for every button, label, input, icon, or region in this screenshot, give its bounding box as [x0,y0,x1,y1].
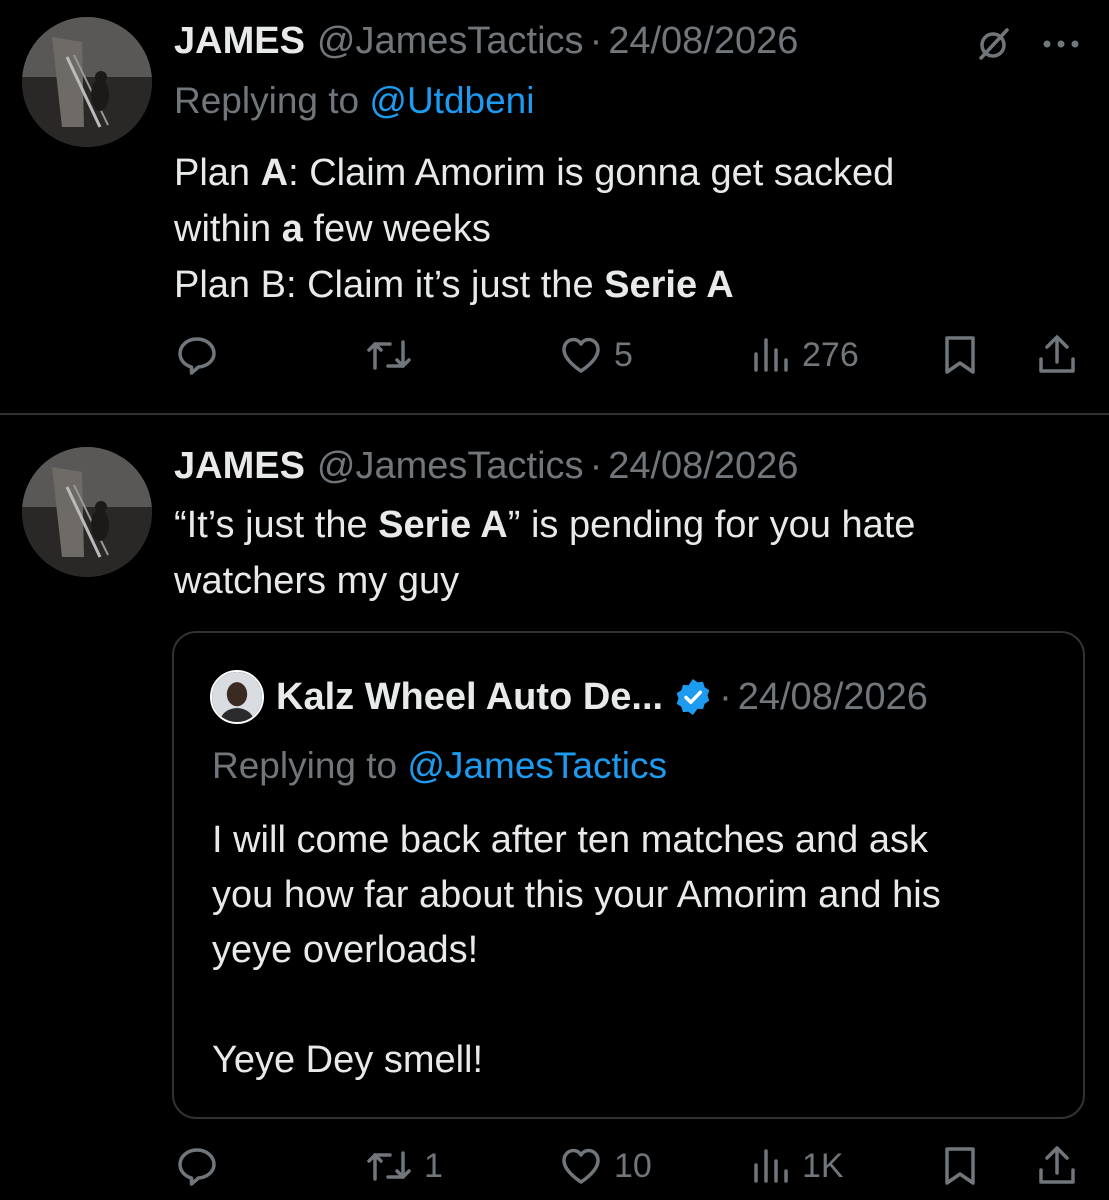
quoted-tweet-card[interactable]: Kalz Wheel Auto De... · 24/08/2026 Reply… [172,631,1085,1119]
retweet-icon [367,1151,411,1181]
tweet-quote[interactable]: JAMES @JamesTactics · 24/08/2026 “It’s j… [0,415,1109,1200]
avatar-photo-icon [212,672,262,722]
quoted-text-line: yeye overloads! [212,929,479,971]
like-button[interactable]: 5 [558,330,633,380]
replying-mention-link[interactable]: @Utdbeni [369,80,534,121]
tweet-action-bar: 1 10 1K [174,1141,1084,1191]
replying-prefix: Replying to [212,745,408,786]
text-run: few weeks [302,208,491,250]
reply-button[interactable] [174,330,220,380]
bookmark-icon [945,1147,975,1185]
replying-prefix: Replying to [174,80,370,121]
views-button[interactable]: 1K [750,1141,844,1191]
like-button[interactable]: 10 [558,1141,652,1191]
author-handle[interactable]: @JamesTactics [317,445,584,488]
text-run: ” is pending for you hate [507,504,916,546]
quoted-author-name[interactable]: Kalz Wheel Auto De... [276,676,663,719]
separator-dot: · [589,444,603,487]
tweet-text: “It’s just the Serie A” is pending for y… [174,497,1074,609]
tweet-text-line: within a few weeks [174,201,1074,257]
separator-dot: · [589,19,603,62]
replying-to: Replying to @Utdbeni [174,80,534,122]
share-icon [1039,1146,1075,1184]
bookmark-button[interactable] [940,1141,980,1191]
tweet-text-line: Plan A: Claim Amorim is gonna get sacked [174,145,1074,201]
reply-button[interactable] [174,1141,220,1191]
bookmark-icon [945,336,975,374]
author-avatar[interactable] [22,17,152,147]
reply-bubble-icon [178,1148,216,1186]
tweet-date[interactable]: 24/08/2026 [608,445,798,488]
share-button[interactable] [1036,1141,1078,1191]
quoted-tweet-date[interactable]: 24/08/2026 [738,676,928,719]
separator-dot: · [719,675,732,718]
replying-mention-link[interactable]: @JamesTactics [407,745,667,786]
author-avatar[interactable] [22,447,152,577]
share-button[interactable] [1036,330,1078,380]
retweet-icon [367,340,411,370]
avatar-photo-icon [22,447,152,577]
heart-icon [562,1148,600,1184]
tweet-text-line: watchers my guy [174,560,460,602]
author-name[interactable]: JAMES [174,445,305,488]
author-handle[interactable]: @JamesTactics [317,20,584,63]
heart-icon [562,337,600,373]
avatar-photo-icon [22,17,152,147]
views-bars-icon [754,338,788,372]
like-count: 10 [614,1146,652,1185]
quoted-tweet-text: I will come back after ten matches and a… [212,813,1072,1088]
author-name[interactable]: JAMES [174,20,305,63]
tweet-action-bar: 5 276 [174,330,1084,380]
text-run: “It’s just the [174,504,379,546]
quoted-tweet-header: Kalz Wheel Auto De... · 24/08/2026 [210,670,928,724]
views-button[interactable]: 276 [750,330,859,380]
bold-text-run: a [281,208,303,250]
quoted-author-avatar[interactable] [210,670,264,724]
bold-text-run: Serie A [604,264,734,306]
quoted-text-line: you how far about this your Amorim and h… [212,874,941,916]
view-count: 276 [802,335,859,374]
bold-text-run: Serie A [378,504,508,546]
view-count: 1K [802,1146,844,1185]
text-run: within [174,208,282,250]
tweet-reply[interactable]: JAMES @JamesTactics · 24/08/2026 Replyin… [0,0,1109,414]
text-run: : Claim Amorim is gonna get sacked [288,152,895,194]
retweet-count: 1 [424,1146,443,1185]
verified-badge-icon [676,679,710,715]
quoted-text-line: I will come back after ten matches and a… [212,819,928,861]
tweet-top-actions [973,24,1081,64]
tweet-text-line: Plan B: Claim it’s just the Serie A [174,257,1074,313]
tweet-date[interactable]: 24/08/2026 [608,20,798,63]
tweet-header: JAMES @JamesTactics · 24/08/2026 [174,18,1079,64]
bookmark-button[interactable] [940,330,980,380]
retweet-button[interactable] [364,330,424,380]
bold-text-run: A [260,152,289,194]
retweet-button[interactable]: 1 [364,1141,443,1191]
tweet-text-line: “It’s just the Serie A” is pending for y… [174,497,1074,553]
tweet-header: JAMES @JamesTactics · 24/08/2026 [174,443,1079,489]
reply-bubble-icon [178,337,216,375]
grok-slash-icon[interactable] [973,24,1013,64]
like-count: 5 [614,335,633,374]
more-dots-icon[interactable] [1041,37,1081,51]
text-run: Plan B: Claim it’s just the [174,264,605,306]
views-bars-icon [754,1149,788,1183]
tweet-text: Plan A: Claim Amorim is gonna get sacked… [174,145,1074,313]
share-icon [1039,335,1075,373]
quoted-replying-to: Replying to @JamesTactics [212,745,667,787]
text-run: Plan [174,152,261,194]
quoted-text-line: Yeye Dey smell! [212,1039,484,1081]
